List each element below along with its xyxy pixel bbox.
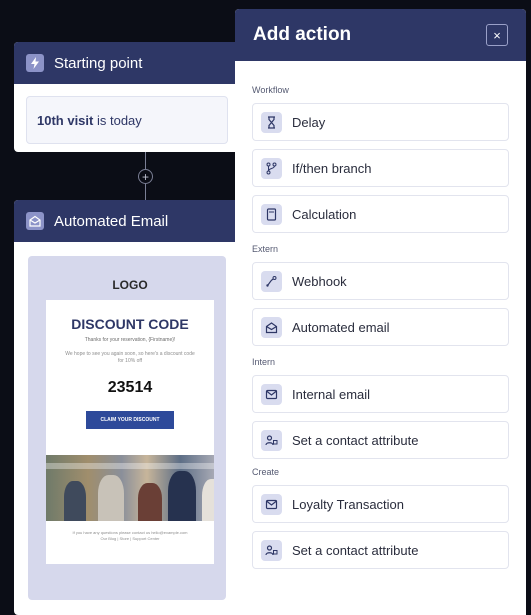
automated-email-icon [261, 316, 282, 338]
add-action-panel: Add action × Workflow Delay If/then bran… [235, 9, 526, 615]
action-calculation[interactable]: Calculation [252, 195, 509, 233]
trigger-condition[interactable]: 10th visit is today [26, 96, 228, 144]
section-label-extern: Extern [252, 244, 279, 254]
action-loyalty-transaction[interactable]: Loyalty Transaction [252, 485, 509, 523]
email-logo: LOGO [112, 278, 148, 292]
action-internal-email[interactable]: Internal email [252, 375, 509, 413]
action-webhook[interactable]: Webhook [252, 262, 509, 300]
claim-discount-button[interactable]: CLAIM YOUR DISCOUNT [86, 411, 174, 429]
action-label: Automated email [292, 319, 390, 335]
automated-email-node[interactable]: Automated Email LOGO DISCOUNT CODE Thank… [14, 200, 240, 615]
email-thanks-text: Thanks for your reservation, {Firstname}… [84, 337, 176, 343]
branch-icon [261, 157, 282, 179]
section-label-intern: Intern [252, 357, 276, 367]
email-footer-links: Our Blog | Store | Support Center [100, 536, 160, 541]
action-label: If/then branch [292, 160, 372, 176]
email-body-text: We hope to see you again soon, so here's… [65, 351, 195, 364]
starting-point-title: Starting point [54, 54, 143, 72]
email-preview[interactable]: LOGO DISCOUNT CODE Thanks for your reser… [28, 256, 226, 600]
starting-point-node[interactable]: Starting point 10th visit is today [14, 42, 240, 152]
close-icon: × [493, 27, 501, 43]
automated-email-header: Automated Email [14, 200, 240, 242]
panel-header: Add action × [235, 9, 526, 61]
action-label: Internal email [292, 386, 371, 402]
webhook-icon [261, 270, 282, 292]
envelope-icon [261, 493, 282, 515]
hourglass-icon [261, 111, 282, 133]
close-button[interactable]: × [486, 24, 508, 46]
trigger-condition-rest: is today [93, 112, 142, 128]
action-label: Calculation [292, 206, 357, 222]
calculator-icon [261, 203, 282, 225]
starting-point-header: Starting point [14, 42, 240, 84]
email-heading: DISCOUNT CODE [71, 316, 189, 332]
panel-title: Add action [253, 24, 352, 45]
action-label: Loyalty Transaction [292, 496, 405, 512]
action-label: Webhook [292, 273, 347, 289]
action-label: Set a contact attribute [292, 542, 419, 558]
email-sheet: DISCOUNT CODE Thanks for your reservatio… [46, 300, 214, 564]
discount-code: 23514 [107, 379, 153, 396]
contact-attribute-icon [261, 429, 282, 451]
connector-line-top [145, 152, 146, 169]
section-label-workflow: Workflow [252, 85, 289, 95]
envelope-icon [261, 383, 282, 405]
action-delay[interactable]: Delay [252, 103, 509, 141]
action-if-then-branch[interactable]: If/then branch [252, 149, 509, 187]
contact-attribute-icon [261, 539, 282, 561]
add-step-button[interactable]: + [138, 169, 153, 184]
lightning-icon [26, 54, 44, 72]
automated-email-title: Automated Email [54, 212, 169, 230]
action-label: Set a contact attribute [292, 432, 419, 448]
email-open-icon [26, 212, 44, 230]
trigger-condition-bold: 10th visit [37, 112, 94, 128]
action-automated-email[interactable]: Automated email [252, 308, 509, 346]
section-label-create: Create [252, 467, 280, 477]
email-photo [46, 455, 214, 521]
action-set-contact-attribute[interactable]: Set a contact attribute [252, 421, 509, 459]
action-set-contact-attribute-create[interactable]: Set a contact attribute [252, 531, 509, 569]
email-footer: If you have any questions please contact… [54, 530, 206, 542]
action-label: Delay [292, 114, 326, 130]
connector-line-bottom [145, 184, 146, 200]
